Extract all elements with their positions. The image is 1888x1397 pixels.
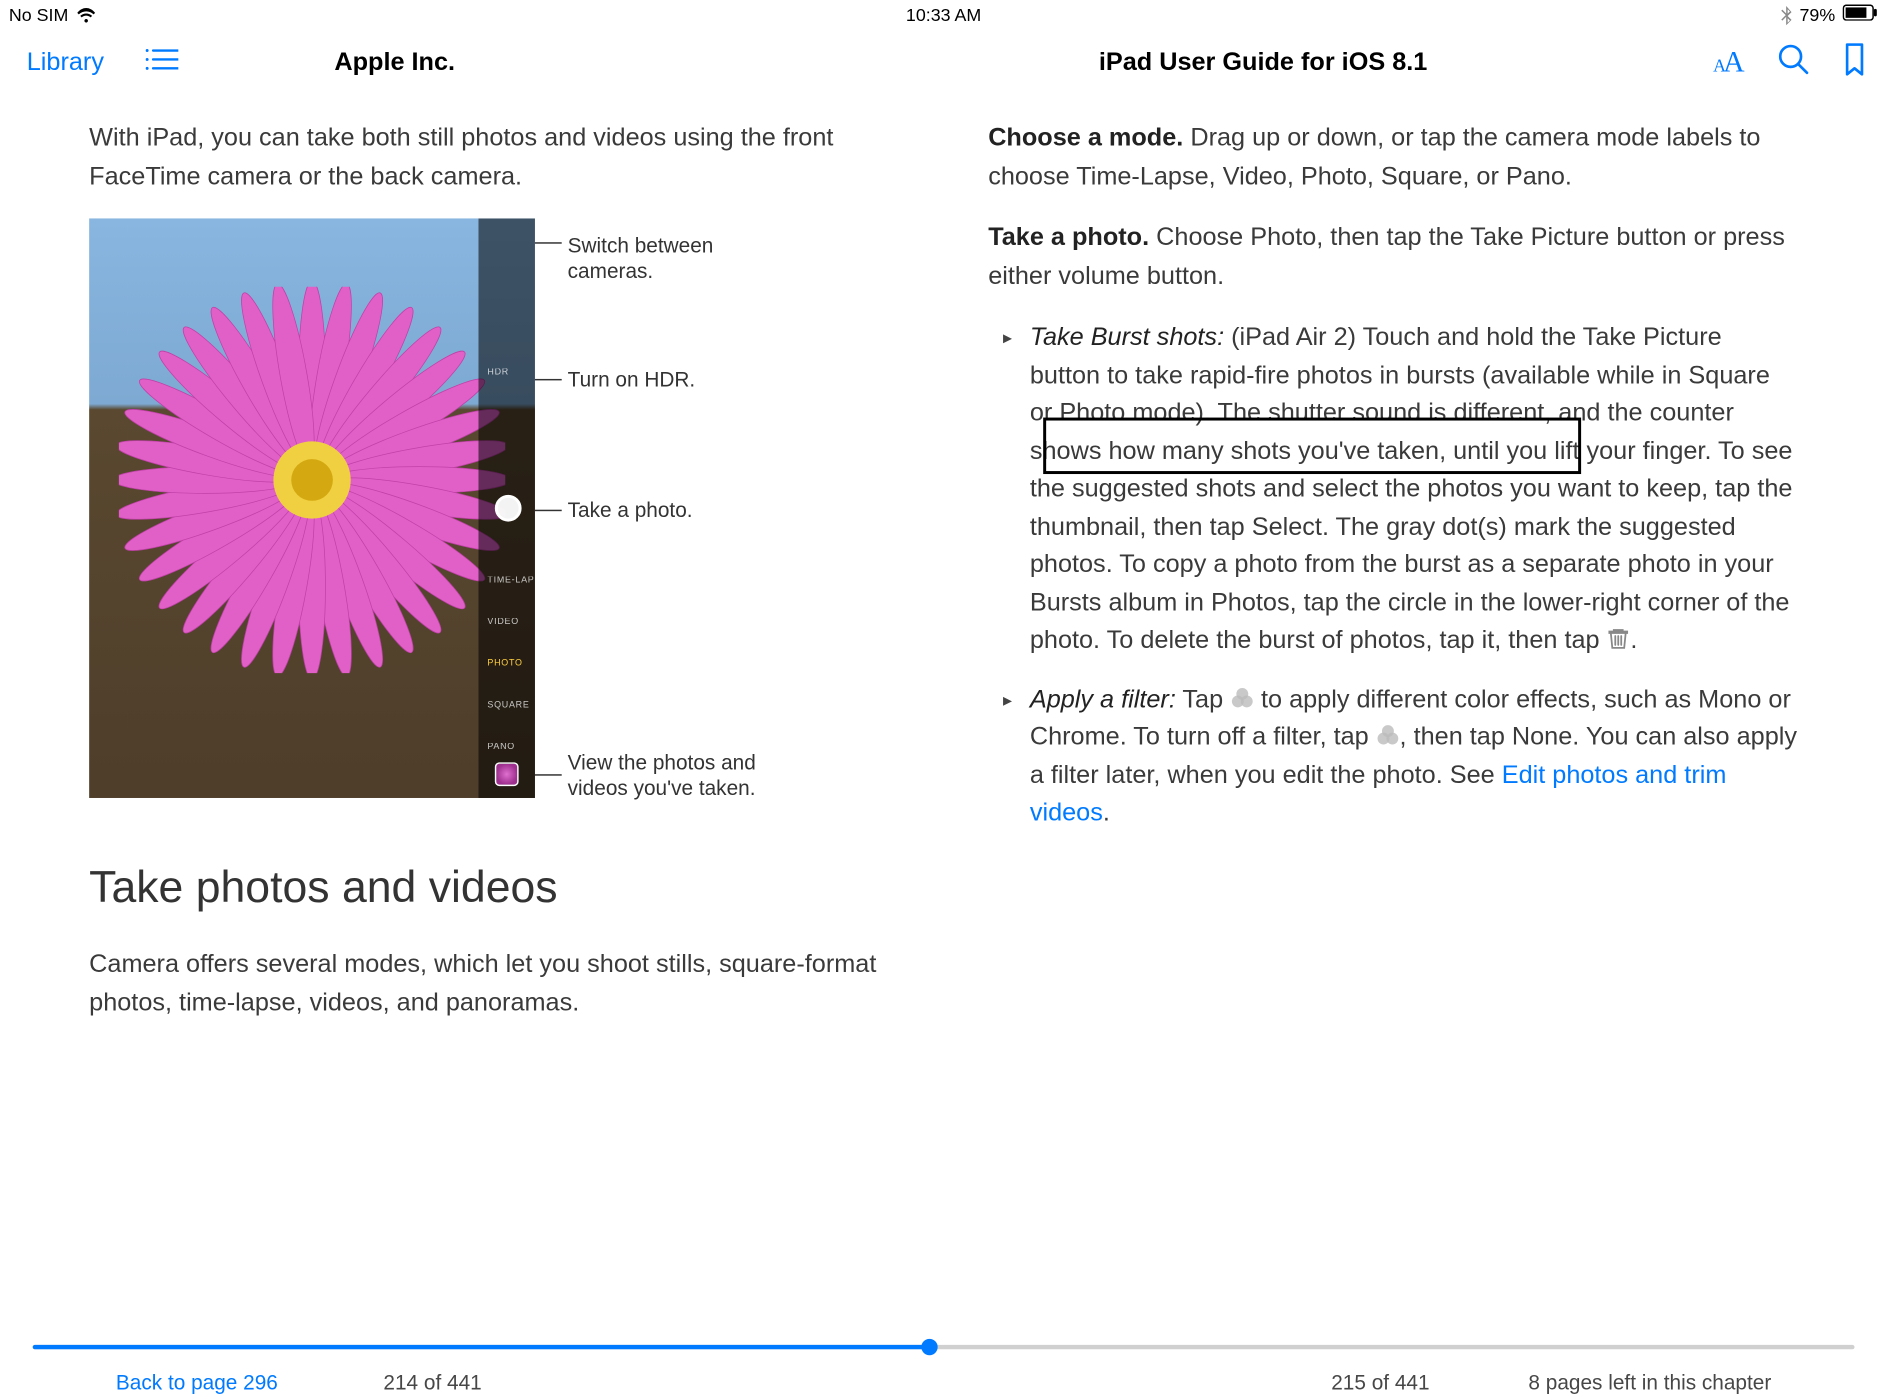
mode-timelapse: TIME-LAPSE <box>487 575 535 588</box>
camera-screenshot: HDR TIME-LAPSE VIDEO PHOTO SQUARE PANO <box>89 218 535 798</box>
callout-hdr: Turn on HDR. <box>568 367 696 392</box>
reader-toolbar: Library Apple Inc. iPad User Guide for i… <box>0 30 1887 95</box>
reading-progress-track[interactable] <box>33 1345 1855 1349</box>
page-footer: Back to page 296 214 of 441 215 of 441 8… <box>116 1370 1771 1394</box>
wifi-icon <box>76 7 97 23</box>
carrier-text: No SIM <box>9 4 68 25</box>
search-icon[interactable] <box>1777 42 1810 82</box>
bullet-marker-icon: ▸ <box>1003 318 1012 659</box>
section-heading: Take photos and videos <box>89 854 899 921</box>
camera-thumbnail-icon <box>495 762 519 786</box>
bluetooth-icon <box>1780 5 1792 24</box>
modes-paragraph: Camera offers several modes, which let y… <box>89 945 899 1021</box>
battery-text: 79% <box>1799 4 1835 25</box>
filter-circles-icon <box>1376 721 1400 745</box>
appearance-button[interactable]: AA <box>1713 45 1741 79</box>
book-author: Apple Inc. <box>334 48 455 78</box>
choose-mode-paragraph: Choose a mode. Drag up or down, or tap t… <box>988 119 1798 195</box>
status-bar: No SIM 10:33 AM 79% <box>0 0 1887 30</box>
trash-icon <box>1607 624 1631 648</box>
right-page-number: 215 of 441 <box>1331 1370 1429 1394</box>
page-content: With iPad, you can take both still photo… <box>0 95 1887 1334</box>
mode-video: VIDEO <box>487 617 518 630</box>
library-button[interactable]: Library <box>27 48 104 78</box>
mode-square: SQUARE <box>487 700 529 713</box>
reading-progress-fill <box>33 1345 929 1349</box>
take-photo-paragraph: Take a photo. Choose Photo, then tap the… <box>988 218 1798 294</box>
burst-bullet: ▸ Take Burst shots: (iPad Air 2) Touch a… <box>1003 318 1798 659</box>
battery-icon <box>1843 4 1879 25</box>
filter-circles-icon <box>1230 683 1254 707</box>
table-of-contents-icon[interactable] <box>146 47 179 78</box>
callout-take-photo: Take a photo. <box>568 498 693 523</box>
status-time: 10:33 AM <box>0 4 1887 25</box>
callout-switch-cameras: Switch between cameras. <box>568 233 773 283</box>
reading-progress-knob[interactable] <box>922 1339 938 1355</box>
filter-bullet: ▸ Apply a filter: Tap to apply different… <box>1003 680 1798 832</box>
bullet-marker-icon: ▸ <box>1003 680 1012 832</box>
left-page-number: 214 of 441 <box>383 1370 481 1394</box>
mode-photo: PHOTO <box>487 658 522 671</box>
flower-photo <box>119 286 505 672</box>
mode-pano: PANO <box>487 742 515 755</box>
burst-label: Take Burst shots: <box>1030 322 1224 350</box>
hdr-label: HDR <box>487 367 509 380</box>
shutter-button-icon <box>495 495 522 522</box>
pages-left-label: 8 pages left in this chapter <box>1528 1370 1771 1394</box>
intro-paragraph: With iPad, you can take both still photo… <box>89 119 899 195</box>
bookmark-icon[interactable] <box>1846 42 1867 82</box>
camera-figure: HDR TIME-LAPSE VIDEO PHOTO SQUARE PANO S… <box>89 218 773 812</box>
callout-view-photos: View the photos andvideos you've taken. <box>568 750 756 800</box>
back-to-page-link[interactable]: Back to page 296 <box>116 1370 278 1394</box>
right-column: Choose a mode. Drag up or down, or tap t… <box>988 119 1798 1335</box>
filter-label: Apply a filter: <box>1030 684 1176 712</box>
left-column: With iPad, you can take both still photo… <box>89 119 899 1335</box>
book-title: iPad User Guide for iOS 8.1 <box>951 48 1575 78</box>
